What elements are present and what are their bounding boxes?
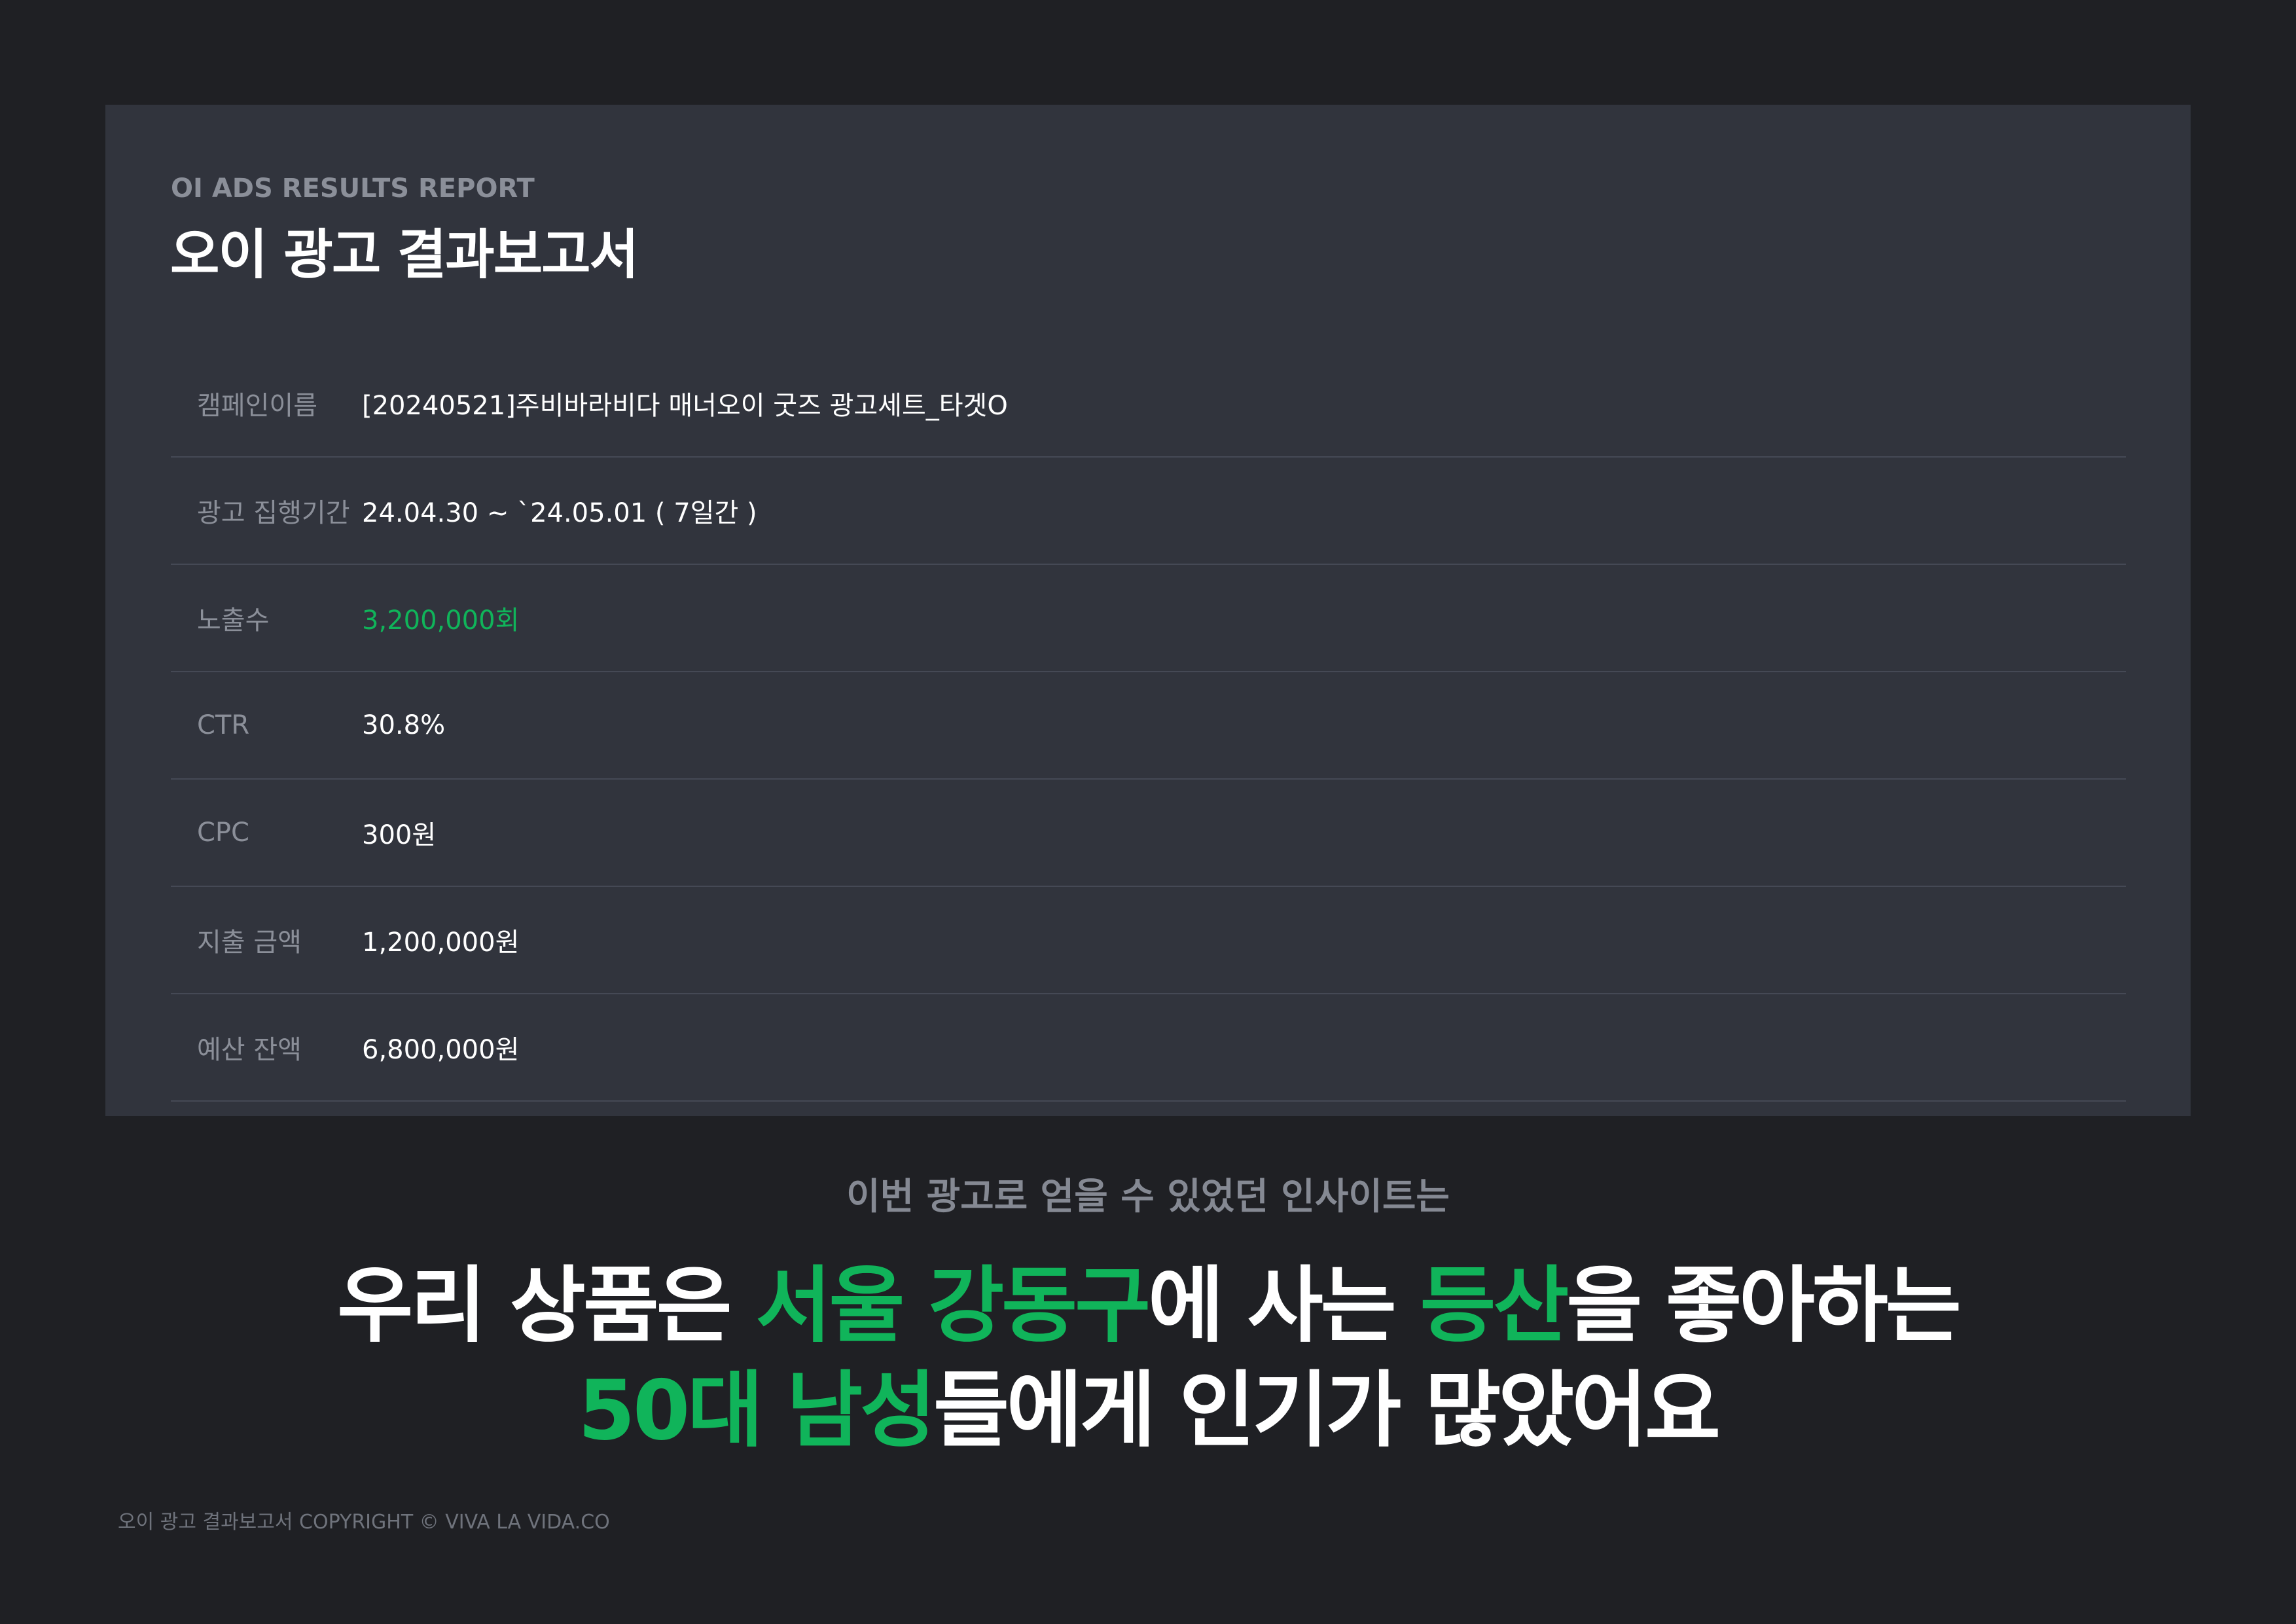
row-value: 24.04.30 ~ `24.05.01 ( 7일간 ) xyxy=(362,498,757,528)
headline-text: 들에게 인기가 많았어요 xyxy=(933,1362,1721,1458)
table-row-period: 광고 집행기간 24.04.30 ~ `24.05.01 ( 7일간 ) xyxy=(171,458,2126,565)
headline-text: 우리 상품은 xyxy=(337,1257,756,1354)
headline-highlight-hobby: 등산 xyxy=(1420,1257,1570,1354)
footer-copyright: 오이 광고 결과보고서 COPYRIGHT © VIVA LA VIDA.CO xyxy=(118,1511,610,1534)
row-label: CTR xyxy=(197,710,250,740)
table-row-spend: 지출 금액 1,200,000원 xyxy=(171,887,2126,994)
row-value-highlight: 3,200,000회 xyxy=(362,605,520,636)
row-label: 예산 잔액 xyxy=(197,1035,302,1065)
headline-highlight-demographic: 50대 남성 xyxy=(578,1362,936,1458)
table-row-cpc: CPC 300원 xyxy=(171,780,2126,887)
headline-text: 을 좋아하는 xyxy=(1566,1257,1961,1354)
headline-text: 에 사는 xyxy=(1148,1257,1420,1354)
row-label: 노출수 xyxy=(197,605,270,636)
insight-headline-line-2: 50대 남성들에게 인기가 많았어요 xyxy=(0,1344,2296,1463)
row-label: CPC xyxy=(197,818,249,848)
row-value: 30.8% xyxy=(362,710,446,740)
table-row-budget-remaining: 예산 잔액 6,800,000원 xyxy=(171,994,2126,1102)
report-table: 캠페인이름 [20240521]주비바라비다 매너오이 굿즈 광고세트_타겟O … xyxy=(171,350,2126,1102)
table-row-impressions: 노출수 3,200,000회 xyxy=(171,565,2126,672)
row-value: 6,800,000원 xyxy=(362,1035,520,1065)
report-card: OI ADS RESULTS REPORT 오이 광고 결과보고서 캠페인이름 … xyxy=(105,105,2191,1116)
row-value: 300원 xyxy=(362,820,437,850)
headline-highlight-location: 서울 강동구 xyxy=(755,1257,1151,1354)
row-label: 지출 금액 xyxy=(197,928,302,958)
insight-intro: 이번 광고로 얻을 수 있었던 인사이트는 xyxy=(846,1176,1450,1218)
row-value: [20240521]주비바라비다 매너오이 굿즈 광고세트_타겟O xyxy=(362,391,1008,421)
report-eyebrow: OI ADS RESULTS REPORT xyxy=(171,173,535,204)
table-row-campaign-name: 캠페인이름 [20240521]주비바라비다 매너오이 굿즈 광고세트_타겟O xyxy=(171,350,2126,458)
report-title: 오이 광고 결과보고서 xyxy=(170,224,639,286)
table-row-ctr: CTR 30.8% xyxy=(171,672,2126,780)
row-value: 1,200,000원 xyxy=(362,928,520,958)
row-label: 캠페인이름 xyxy=(197,391,317,421)
insight-headline-line-1: 우리 상품은 서울 강동구에 사는 등산을 좋아하는 xyxy=(0,1239,2296,1358)
row-label: 광고 집행기간 xyxy=(197,498,350,528)
